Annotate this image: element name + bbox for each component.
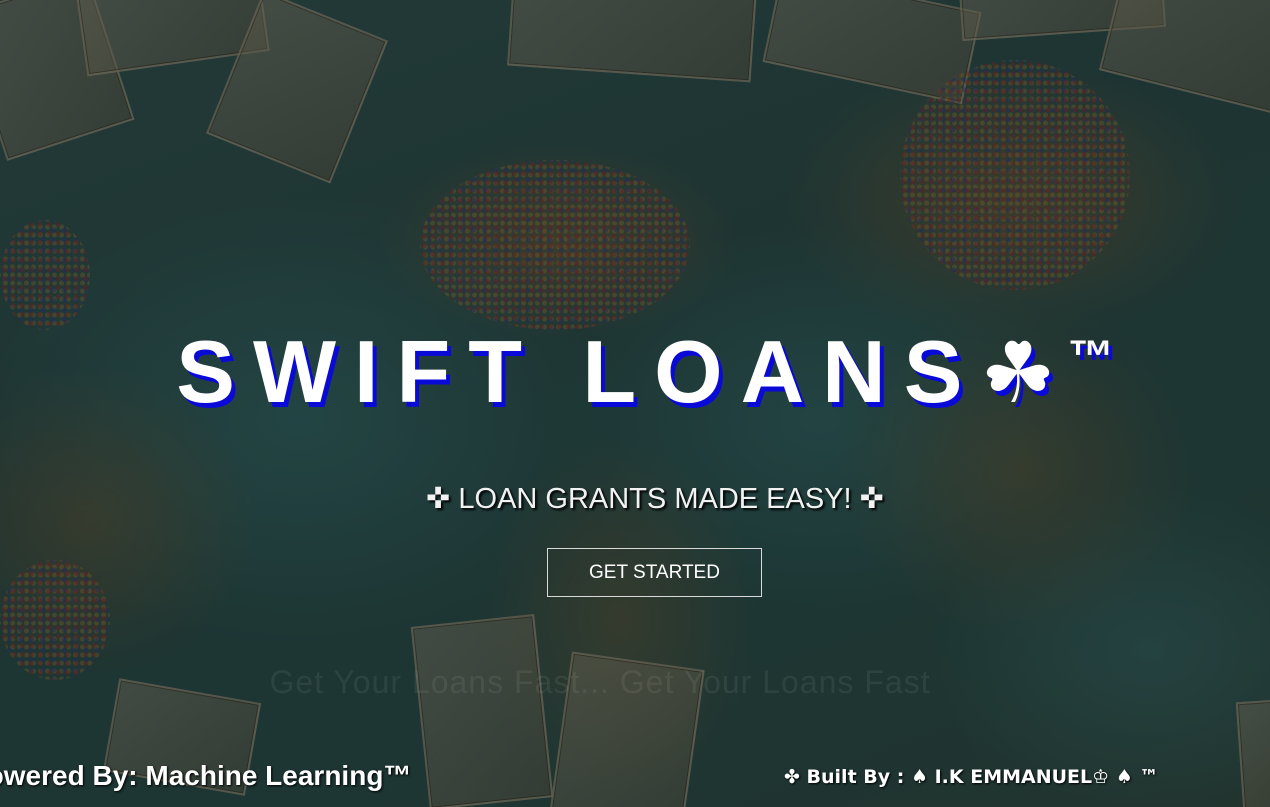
site-title-text: SWIFT LOANS — [176, 322, 981, 421]
get-started-button[interactable]: GET STARTED — [547, 548, 762, 597]
trademark-symbol: ™ — [1067, 330, 1114, 382]
powered-by-credit: Powered By: Machine Learning™ — [0, 760, 412, 791]
tagline: ✜ LOAN GRANTS MADE EASY! ✜ — [426, 483, 884, 515]
site-title: SWIFT LOANS☘ ™ — [0, 306, 1270, 423]
shamrock-icon: ☘ — [980, 326, 1056, 420]
hero-section: Get Your Loans Fast... Get Your Loans Fa… — [0, 0, 1270, 807]
built-by-credit: ✤ Built By : ♠ I.K EMMANUEL♔ ♠ ™ — [784, 766, 1159, 788]
faded-marquee-text: Get Your Loans Fast... Get Your Loans Fa… — [269, 664, 931, 700]
